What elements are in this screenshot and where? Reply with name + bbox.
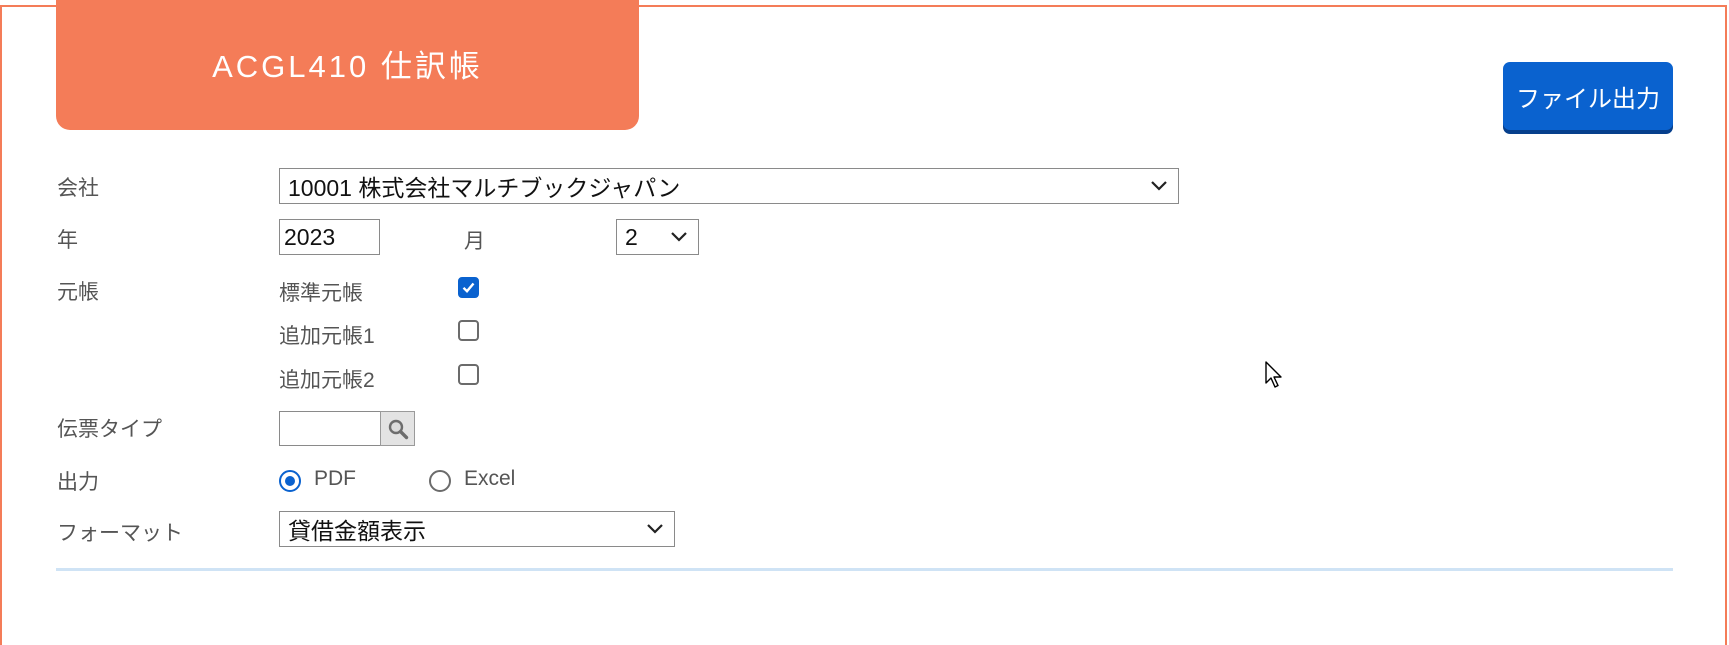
ledger-option-additional2-label: 追加元帳2: [279, 369, 375, 392]
page-title-text: ACGL410 仕訳帳: [212, 48, 483, 84]
company-select-value: 10001 株式会社マルチブックジャパン: [288, 175, 681, 201]
voucher-type-label: 伝票タイプ: [57, 418, 162, 441]
output-label: 出力: [57, 471, 99, 494]
format-select-value: 貸借金額表示: [288, 518, 426, 544]
company-select[interactable]: 10001 株式会社マルチブックジャパン: [279, 168, 1179, 204]
year-label: 年: [57, 229, 78, 252]
chevron-down-icon: [671, 232, 687, 242]
chevron-down-icon: [1151, 181, 1167, 191]
ledger-label: 元帳: [57, 281, 99, 304]
chevron-down-icon: [647, 524, 663, 534]
month-label: 月: [464, 230, 485, 253]
voucher-type-input[interactable]: [279, 411, 381, 446]
mouse-pointer-icon: [1265, 361, 1282, 388]
ledger-option-additional1-label: 追加元帳1: [279, 325, 375, 348]
output-excel-radio[interactable]: [429, 470, 451, 492]
month-select[interactable]: 2: [616, 219, 699, 255]
format-label: フォーマット: [57, 522, 183, 545]
ledger-additional1-checkbox[interactable]: [458, 320, 479, 341]
ledger-option-standard-label: 標準元帳: [279, 282, 363, 305]
year-input-value: 2023: [284, 223, 336, 250]
ledger-standard-checkbox[interactable]: [458, 277, 479, 298]
month-select-value: 2: [625, 223, 638, 250]
file-export-button[interactable]: ファイル出力: [1503, 62, 1673, 130]
year-input[interactable]: 2023: [279, 219, 380, 255]
checkmark-icon: [462, 282, 475, 293]
ledger-additional2-checkbox[interactable]: [458, 364, 479, 385]
output-pdf-radio[interactable]: [279, 470, 301, 492]
voucher-type-search-button[interactable]: [380, 411, 415, 446]
page-title: ACGL410 仕訳帳: [56, 0, 639, 130]
output-pdf-label: PDF: [314, 467, 356, 490]
section-divider: [56, 568, 1673, 571]
format-select[interactable]: 貸借金額表示: [279, 511, 675, 547]
search-icon: [388, 419, 408, 439]
output-excel-label: Excel: [464, 467, 516, 490]
company-label: 会社: [57, 177, 99, 200]
